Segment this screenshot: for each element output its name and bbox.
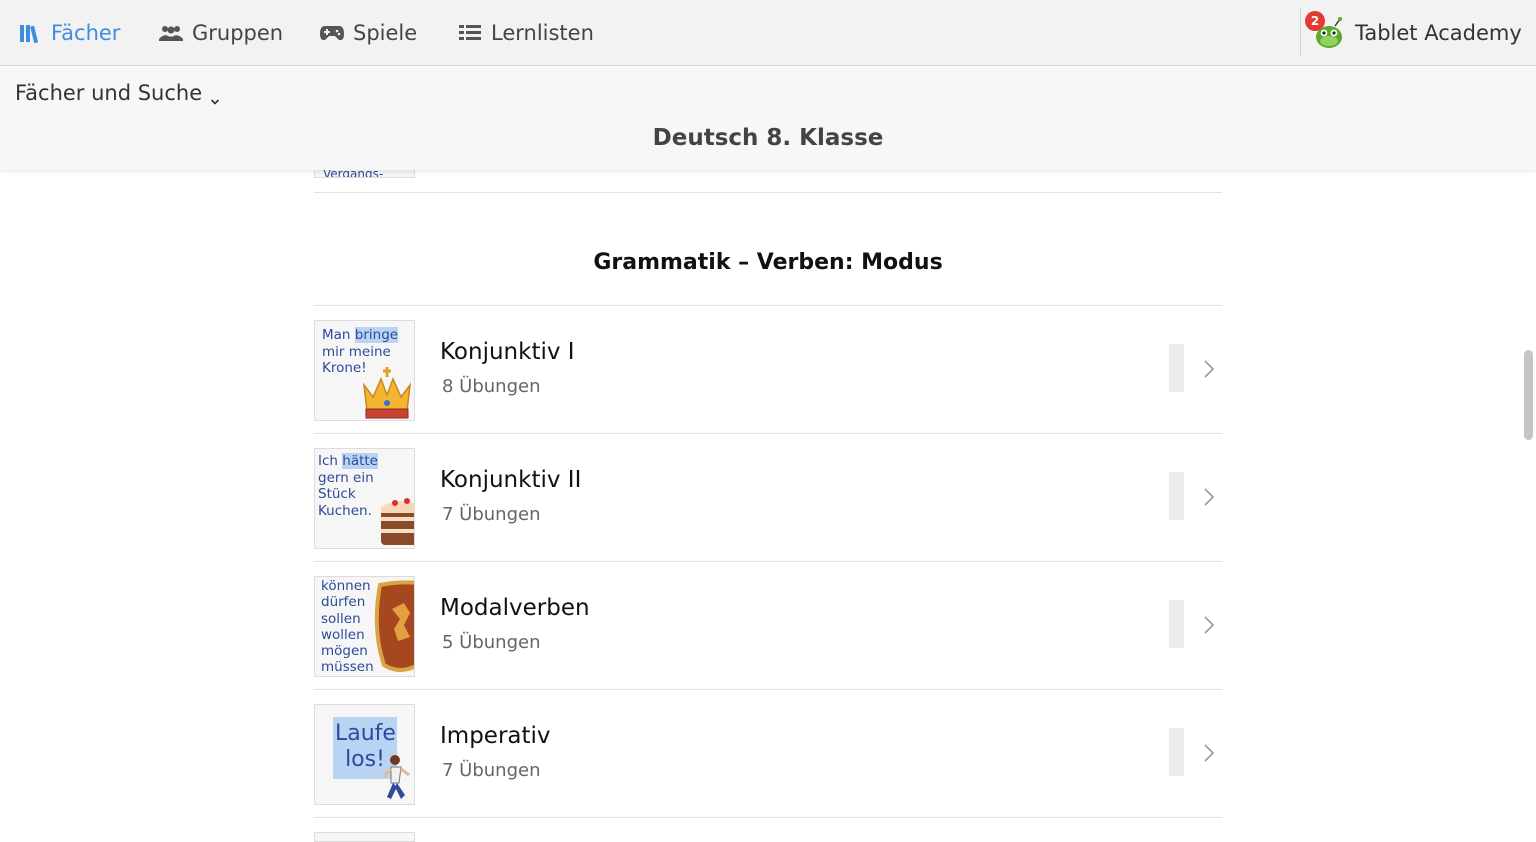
account-menu[interactable]: 2 Tablet Academy (1305, 0, 1522, 66)
thumb-text: Stück (318, 486, 356, 502)
thumb-text: dürfen (321, 594, 366, 611)
list-item[interactable]: Laufe los! Imperativ 7 Übungen (314, 690, 1222, 818)
progress-bar (1169, 344, 1184, 392)
chevron-right-icon (1204, 488, 1215, 506)
mascot-icon: 2 (1305, 11, 1346, 50)
users-icon (159, 22, 183, 44)
item-title: Modalverben (440, 595, 590, 621)
faecher-suche-dropdown[interactable]: Fächer und Suche (15, 81, 220, 105)
divider (314, 192, 1222, 193)
thumb-text: Laufe (335, 721, 396, 746)
notification-badge: 2 (1305, 11, 1325, 31)
nav-faecher-label: Fächer (51, 20, 121, 45)
progress-bar (1169, 472, 1184, 520)
thumb-text: Krone! (322, 360, 367, 376)
item-subtitle: 8 Übungen (442, 376, 541, 397)
nav-faecher[interactable]: Fächer (18, 0, 120, 66)
progress-bar (1169, 728, 1184, 776)
scrollbar[interactable] (1524, 350, 1533, 440)
thumb-text-highlight: bringe (354, 327, 399, 343)
page-title: Deutsch 8. Klasse (652, 125, 884, 151)
runner-icon (381, 755, 410, 799)
chevron-right-icon (1204, 360, 1215, 378)
item-title: Konjunktiv II (440, 467, 582, 493)
books-icon (18, 22, 42, 44)
thumb-text: gern ein (318, 469, 374, 486)
thumbnail-modalverben: können dürfen sollen wollen mögen müssen (314, 576, 415, 677)
list-item[interactable]: können dürfen sollen wollen mögen müssen… (314, 562, 1222, 690)
cake-icon (381, 498, 414, 545)
list-item[interactable]: Ich hätte gern ein Stück Kuchen. Konjunk… (314, 434, 1222, 562)
nav-gruppen-label: Gruppen (192, 20, 284, 45)
section-title: Grammatik – Verben: Modus (593, 250, 943, 275)
thumb-text: müssen (321, 659, 374, 676)
item-subtitle: 7 Übungen (442, 760, 541, 781)
chevron-down-icon (210, 88, 220, 105)
thumb-text: sollen (321, 610, 361, 627)
item-subtitle: 7 Übungen (442, 504, 541, 525)
chevron-right-icon (1204, 744, 1215, 762)
account-name: Tablet Academy (1355, 21, 1522, 45)
thumb-text-highlight: hätte (342, 453, 378, 469)
sub-header: Fächer und Suche Deutsch 8. Klasse (0, 67, 1536, 170)
thumb-text: mir meine (322, 343, 391, 360)
progress-bar (1169, 600, 1184, 648)
chevron-right-icon (1204, 616, 1215, 634)
crown-icon (362, 367, 412, 419)
thumb-text: können (321, 578, 371, 594)
nav-gruppen[interactable]: Gruppen (159, 0, 283, 66)
partial-thumbnail[interactable] (314, 832, 415, 842)
item-title: Imperativ (440, 723, 551, 749)
thumb-text: Ich (318, 453, 343, 469)
item-subtitle: 5 Übungen (442, 632, 541, 653)
thumb-text: Man (322, 327, 355, 343)
thumb-text: Kuchen. (318, 502, 372, 519)
dropdown-label: Fächer und Suche (15, 81, 203, 105)
thumbnail-imperativ: Laufe los! (314, 704, 415, 805)
thumb-text: mögen (321, 643, 368, 660)
nav-divider (1300, 8, 1301, 56)
thumb-text: wollen (321, 626, 365, 643)
thumbnail-konjunktiv-1: Man bringe mir meine Krone! (314, 320, 415, 421)
divider (314, 817, 1222, 818)
thumbnail-konjunktiv-2: Ich hätte gern ein Stück Kuchen. (314, 448, 415, 549)
item-title: Konjunktiv I (440, 339, 575, 365)
shield-icon (374, 580, 414, 672)
list-item[interactable]: Man bringe mir meine Krone! Konjunktiv I… (314, 306, 1222, 434)
